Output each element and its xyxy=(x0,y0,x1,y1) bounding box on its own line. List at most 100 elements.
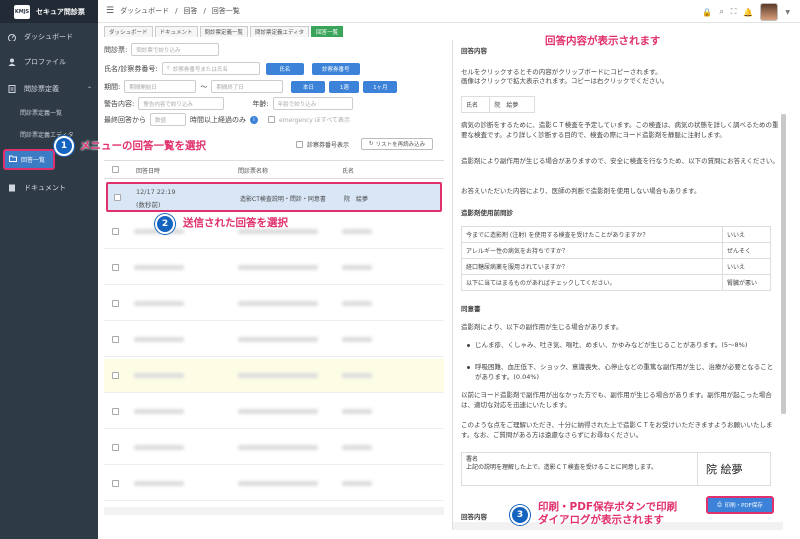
print-pdf-button[interactable]: ⎙ 印刷・PDF保存 xyxy=(706,496,774,514)
sidebar-item-questionnaire[interactable]: 問診票定義 ⌃ xyxy=(0,82,98,96)
question[interactable]: アレルギー性の病気をお持ちですか？ xyxy=(461,242,723,259)
avatar[interactable] xyxy=(760,3,779,21)
sidebar-item-document[interactable]: ドキュメント xyxy=(0,181,98,195)
tab-definition-editor[interactable]: 問診票定義エディタ xyxy=(250,26,310,37)
row-checkbox[interactable] xyxy=(112,372,119,379)
row-checkbox[interactable] xyxy=(112,264,119,271)
name-label[interactable]: 氏名 xyxy=(460,96,491,113)
question[interactable]: 経口糖尿病薬を服用されていますか？ xyxy=(461,258,723,275)
lock-icon[interactable]: 🔒 xyxy=(702,8,712,17)
fullscreen-icon[interactable]: ⛶ xyxy=(731,7,737,17)
sidebar: KMJS セキュア問診票 ダッシュボード プロファイル 問診票定義 ⌃ 問診票定… xyxy=(0,0,98,539)
col-datetime[interactable]: 回答日時 xyxy=(136,166,160,175)
qa-row: アレルギー性の病気をお持ちですか？ ぜんそく xyxy=(461,242,771,259)
week-button[interactable]: 1週 xyxy=(329,80,360,93)
topbar: ☰ ダッシュボード / 回答 / 回答一覧 🔒 ⌕ ⛶ 🔔 ▼ xyxy=(98,0,800,23)
breadcrumb-item[interactable]: ダッシュボード xyxy=(120,6,169,16)
table-row[interactable] xyxy=(104,359,444,393)
paragraph[interactable]: お答えいただいた内容により、医師の判断で造影剤を使用しない場合もあります。 xyxy=(461,186,779,196)
bullet-item[interactable]: じんま疹、くしゃみ、吐き気、嘔吐、めまい、かゆみなどが生じることがあります。(5… xyxy=(475,340,775,350)
info-icon[interactable]: i xyxy=(250,115,258,124)
bullet-item[interactable]: 呼吸困難、血圧低下、ショック、意識喪失、心停止などの重篤な副作用が生じ、治療が必… xyxy=(475,362,775,382)
row-checkbox[interactable] xyxy=(112,300,119,307)
table-row[interactable] xyxy=(104,323,444,357)
questionnaire-select[interactable]: 問診票で絞り込み xyxy=(131,43,220,56)
col-patient[interactable]: 氏名 xyxy=(342,166,354,175)
select-all-checkbox[interactable] xyxy=(112,166,119,173)
sidebar-item-responses[interactable]: 回答一覧 xyxy=(3,149,55,170)
answer[interactable]: いいえ xyxy=(722,258,771,275)
menu-toggle-icon[interactable]: ☰ xyxy=(106,6,114,16)
name-value[interactable]: 院 絵夢 xyxy=(489,96,535,113)
emergency-label: emergency ほすべて表示 xyxy=(279,117,350,124)
month-button[interactable]: 1ヶ月 xyxy=(363,80,398,93)
emergency-checkbox[interactable] xyxy=(268,116,275,123)
row-checkbox[interactable] xyxy=(112,336,119,343)
signature-image[interactable]: 院 絵夢 xyxy=(706,461,743,477)
sidebar-item-profile[interactable]: プロファイル xyxy=(0,55,98,69)
brand[interactable]: KMJS セキュア問診票 xyxy=(0,0,98,23)
sidebar-subitem-definition-list[interactable]: 問診票定義一覧 xyxy=(20,108,62,117)
redacted-cell xyxy=(342,445,372,450)
paragraph[interactable]: 病気の診断をするために、造影ＣＴ検査を予定しています。この検査は、病気の状態を詳… xyxy=(461,120,779,140)
sidebar-item-label: ドキュメント xyxy=(24,184,66,192)
sidebar-item-dashboard[interactable]: ダッシュボード xyxy=(0,30,98,44)
table-row[interactable] xyxy=(104,431,444,465)
table-row[interactable] xyxy=(104,395,444,429)
search-icon[interactable]: ⌕ xyxy=(719,7,723,17)
sidebar-item-label: 問診票定義 xyxy=(24,85,59,93)
col-questionnaire[interactable]: 問診票名称 xyxy=(238,166,268,175)
row-checkbox[interactable] xyxy=(112,480,119,487)
tab-document[interactable]: ドキュメント xyxy=(154,26,198,37)
warning-select[interactable]: 警告内容で絞り込み xyxy=(138,97,225,110)
period-end-input[interactable]: 期間終了日 xyxy=(211,80,284,93)
horizontal-scrollbar[interactable] xyxy=(104,507,444,515)
today-button[interactable]: 本日 xyxy=(291,80,326,93)
answer[interactable]: いいえ xyxy=(722,226,771,243)
answer[interactable]: ぜんそく xyxy=(722,242,771,259)
name-sort-button[interactable]: 氏名 xyxy=(265,62,304,75)
response-patient: 院 絵夢 xyxy=(344,196,369,203)
reload-list-button[interactable]: ↻ リストを再読み込み xyxy=(361,138,434,150)
row-checkbox[interactable] xyxy=(112,408,119,415)
redacted-cell xyxy=(342,265,372,270)
name-search-input[interactable]: ⌕ 診察券番号または氏名 xyxy=(161,62,260,75)
vertical-scrollbar[interactable] xyxy=(781,114,786,414)
period-start-input[interactable]: 期間開始日 xyxy=(124,80,197,93)
age-select[interactable]: 年齢で絞り込み xyxy=(272,97,353,110)
app-logo: KMJS xyxy=(14,4,30,19)
row-checkbox[interactable] xyxy=(112,444,119,451)
redacted-cell xyxy=(342,373,372,378)
sidebar-item-label: プロファイル xyxy=(24,58,66,66)
filter-name: 氏名/診察券番号: ⌕ 診察券番号または氏名 氏名 診察券番号 xyxy=(104,62,360,75)
paragraph[interactable]: 造影剤により副作用が生じる場合がありますので、安全に検査を行なうため、以下の質問… xyxy=(461,156,779,166)
paragraph[interactable]: 以前にヨード造影剤で副作用が出なかった方でも、副作用が生じる場合があります。副作… xyxy=(461,390,779,410)
redacted-cell xyxy=(238,373,318,378)
user-icon xyxy=(8,58,16,66)
search-icon: ⌕ xyxy=(166,65,170,71)
elapsed-hours-input[interactable]: 数値 xyxy=(150,113,186,126)
dashboard-icon xyxy=(8,33,16,42)
answer[interactable]: 腎臓が悪い xyxy=(722,274,771,291)
bell-icon[interactable]: 🔔 xyxy=(743,8,753,17)
table-row[interactable] xyxy=(104,467,444,501)
question[interactable]: 今までに造影剤 (注射) を使用する検査を受けたことがありますか？ xyxy=(461,226,723,243)
filter-label: 氏名/診察券番号: xyxy=(104,64,158,73)
show-card-number-checkbox[interactable] xyxy=(296,140,303,148)
chevron-down-icon[interactable]: ▼ xyxy=(785,9,790,16)
breadcrumb-item[interactable]: 回答 xyxy=(183,6,197,16)
paragraph[interactable]: このような点をご理解いただき、十分に納得された上で造影ＣＴをお受けいただきますよ… xyxy=(461,420,779,440)
signature-cell[interactable]: 署名 上記の説明を理解した上で、造影ＣＴ検査を受けることに同意します。 xyxy=(462,453,698,485)
table-row-selected[interactable]: 12/17 22:19 (数秒前) 造影CT検査説明・問診・同意書 院 絵夢 xyxy=(106,182,442,212)
question[interactable]: 以下に当てはまるものがあればチェックしてください。 xyxy=(461,274,723,291)
tab-definition-list[interactable]: 問診票定義一覧 xyxy=(199,26,249,37)
tab-dashboard[interactable]: ダッシュボード xyxy=(104,26,153,37)
qa-row: 以下に当てはまるものがあればチェックしてください。 腎臓が悪い xyxy=(461,274,771,291)
card-number-sort-button[interactable]: 診察券番号 xyxy=(311,62,360,75)
row-checkbox[interactable] xyxy=(112,228,119,235)
table-row[interactable] xyxy=(104,287,444,321)
row-checkbox[interactable] xyxy=(114,194,121,201)
paragraph[interactable]: 造影剤により、以下の副作用が生じる場合があります。 xyxy=(461,322,779,332)
table-row[interactable] xyxy=(104,251,444,285)
tab-responses[interactable]: 回答一覧 xyxy=(311,26,344,37)
